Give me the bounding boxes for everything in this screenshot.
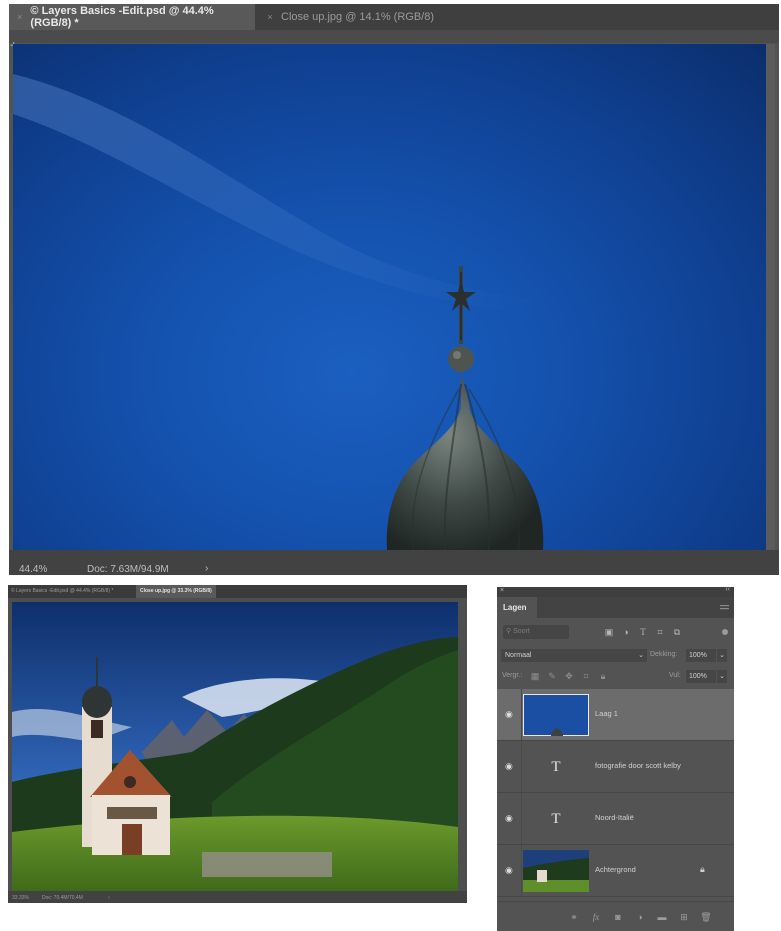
fill-input[interactable]: 100% (686, 670, 716, 683)
text-layer-icon: T (551, 759, 561, 775)
new-group-icon[interactable]: ▬ (655, 911, 669, 923)
tab-layers[interactable]: Lagen (497, 597, 537, 618)
close-tab-icon[interactable]: × (13, 12, 26, 22)
main-document-window: × © Layers Basics -Edit.psd @ 44.4% (RGB… (9, 4, 779, 575)
layer-name: Achtergrond (595, 865, 636, 874)
filter-toggle-icon[interactable] (722, 629, 728, 635)
document-size: Doc: 7.63M/94.9M (87, 564, 169, 575)
church-landscape-image (12, 602, 458, 891)
collapse-panel-icon[interactable]: ‹‹ (725, 586, 730, 593)
opacity-dropdown-icon[interactable]: ⌄ (717, 649, 727, 662)
delete-layer-icon[interactable]: 🗑︎ (699, 911, 713, 923)
blend-mode-select[interactable]: Normaal ⌄ (501, 649, 647, 662)
lock-transparent-pixels-icon[interactable]: ▦ (529, 670, 541, 683)
status-bar: 44.4% Doc: 7.63M/94.9M › (9, 550, 779, 575)
layer-filter-row: ⚲ Soort ▣ ◑ T ⌗ ⧉ (497, 623, 734, 641)
layer-row-fotografie[interactable]: ◉ T fotografie door scott kelby (497, 741, 734, 793)
eye-icon[interactable]: ◉ (505, 813, 517, 823)
sky-steeple-image (13, 74, 544, 550)
layer-thumbnail (523, 694, 589, 736)
layer-name: fotografie door scott kelby (595, 761, 681, 770)
tab-close-up[interactable]: Close up.jpg @ 33.3% (RGB/8) (136, 585, 216, 598)
status-bar: 33.33% Doc: 70.4M/70.4M › (8, 891, 467, 903)
panel-menu-icon[interactable]: — — (720, 601, 729, 613)
lock-label: Vergr.: (502, 672, 523, 679)
tab-layers-basics[interactable]: © Layers Basics -Edit.psd @ 44.4% (RGB/8… (11, 588, 113, 594)
lock-image-pixels-icon[interactable]: ✎ (546, 670, 558, 683)
filter-adjustment-icon[interactable]: ◑ (620, 625, 632, 639)
filter-pixel-icon[interactable]: ▣ (603, 625, 615, 639)
blend-row: Normaal ⌄ Dekking: 100% ⌄ (497, 648, 734, 664)
lock-position-icon[interactable]: ✥ (563, 670, 575, 683)
eye-icon[interactable]: ◉ (505, 865, 517, 875)
eye-icon[interactable]: ◉ (505, 761, 517, 771)
document-canvas[interactable] (13, 44, 766, 550)
options-strip (9, 30, 779, 43)
layer-filter-search[interactable]: ⚲ Soort (503, 625, 569, 639)
filter-type-icon[interactable]: T (637, 625, 649, 639)
layer-row-laag-1[interactable]: ◉ Laag 1 (497, 689, 734, 741)
panel-tab-bar: Lagen — — (497, 597, 734, 618)
status-menu-arrow-icon[interactable]: › (205, 563, 208, 574)
document-canvas[interactable] (12, 602, 458, 891)
layer-thumbnail (523, 850, 589, 892)
close-tab-icon[interactable]: × (263, 12, 277, 22)
layers-panel-footer: ⚭ fx ◙ ◑ ▬ ⊞ 🗑︎ (497, 901, 734, 931)
opacity-input[interactable]: 100% (686, 649, 716, 662)
layers-panel: × ‹‹ Lagen — — ⚲ Soort ▣ ◑ T ⌗ ⧉ Normaal … (497, 586, 734, 931)
adjustment-layer-icon[interactable]: ◑ (633, 911, 647, 923)
lock-icon: 🔒︎ (700, 864, 705, 874)
panel-header: × ‹‹ (497, 586, 734, 597)
close-panel-icon[interactable]: × (500, 587, 504, 594)
new-layer-icon[interactable]: ⊞ (677, 911, 691, 923)
zoom-level[interactable]: 33.33% (12, 895, 29, 901)
fill-label: Vul: (669, 672, 681, 679)
layers-list: ◉ Laag 1 ◉ T fotografie door scott kelby… (497, 689, 734, 901)
status-menu-arrow-icon[interactable]: › (108, 895, 110, 901)
tab-label: © Layers Basics -Edit.psd @ 44.4% (RGB/8… (30, 5, 214, 29)
eye-icon[interactable]: ◉ (505, 709, 517, 719)
add-mask-icon[interactable]: ◙ (611, 911, 625, 923)
blend-mode-value: Normaal (505, 652, 532, 659)
document-tab-bar: © Layers Basics -Edit.psd @ 44.4% (RGB/8… (8, 585, 467, 598)
document-size: Doc: 70.4M/70.4M (42, 895, 83, 901)
tab-layers-basics[interactable]: × © Layers Basics -Edit.psd @ 44.4% (RGB… (9, 4, 255, 30)
text-layer-icon: T (551, 811, 561, 827)
tab-close-up[interactable]: × Close up.jpg @ 14.1% (RGB/8) (259, 4, 439, 30)
zoom-level[interactable]: 44.4% (19, 564, 47, 575)
layer-name: Noord-Italië (595, 813, 634, 822)
lock-all-icon[interactable]: 🔒︎ (597, 670, 609, 683)
layer-style-fx-icon[interactable]: fx (589, 911, 603, 923)
layer-name: Laag 1 (595, 709, 618, 718)
tab-label: Close up.jpg @ 14.1% (RGB/8) (281, 11, 435, 23)
filter-shape-icon[interactable]: ⌗ (654, 625, 666, 639)
fill-dropdown-icon[interactable]: ⌄ (717, 670, 727, 683)
second-document-window: © Layers Basics -Edit.psd @ 44.4% (RGB/8… (8, 585, 467, 903)
lock-row: Vergr.: ▦ ✎ ✥ ⌗ 🔒︎ Vul: 100% ⌄ (497, 669, 734, 685)
chevron-down-icon: ⌄ (638, 652, 644, 659)
lock-artboard-icon[interactable]: ⌗ (580, 670, 592, 683)
document-tab-bar: × © Layers Basics -Edit.psd @ 44.4% (RGB… (9, 4, 779, 30)
layer-row-achtergrond[interactable]: ◉ Achtergrond 🔒︎ (497, 845, 734, 897)
layer-row-noord-italie[interactable]: ◉ T Noord-Italië (497, 793, 734, 845)
link-layers-icon[interactable]: ⚭ (567, 911, 581, 923)
filter-smart-object-icon[interactable]: ⧉ (671, 625, 683, 639)
filter-kind-label: Soort (513, 628, 530, 635)
vertical-scrollbar[interactable] (766, 44, 775, 550)
opacity-label: Dekking: (650, 651, 678, 658)
